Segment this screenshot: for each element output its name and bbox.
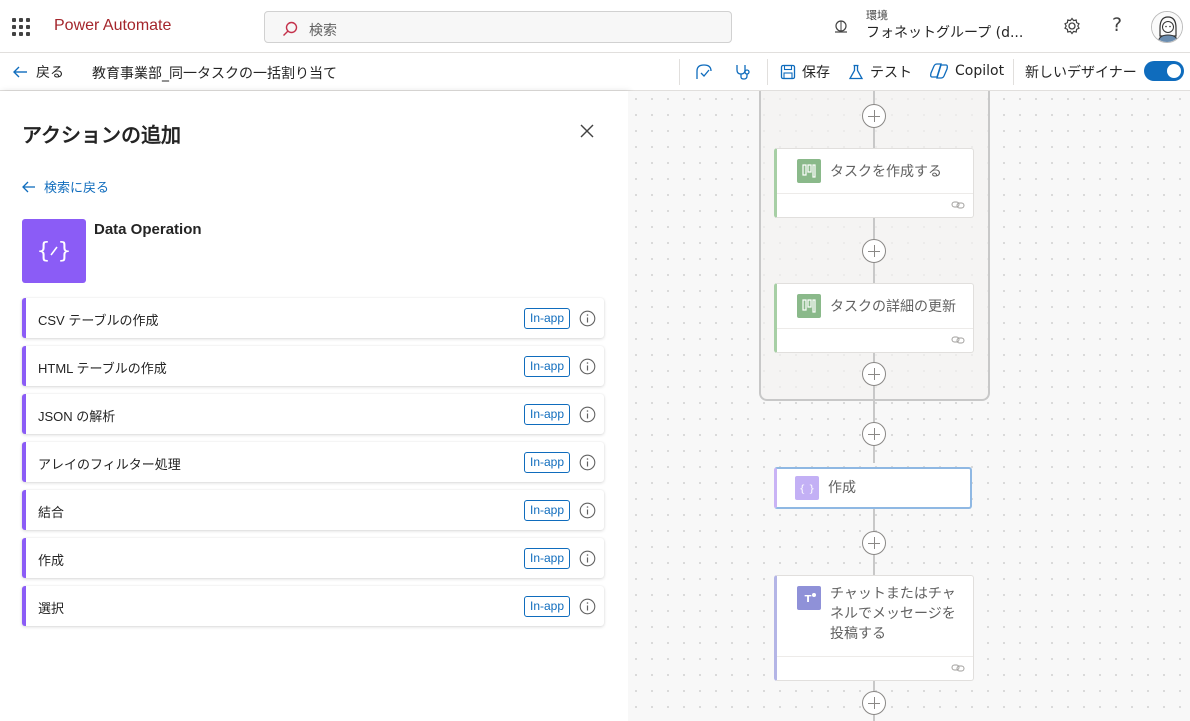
action-filter-array[interactable]: アレイのフィルター処理 In-app: [22, 442, 604, 482]
action-select[interactable]: 選択 In-app: [22, 586, 604, 626]
arrow-left-icon: [22, 181, 35, 192]
add-step-button[interactable]: [862, 104, 886, 128]
copilot-label: Copilot: [955, 63, 1005, 79]
avatar[interactable]: [1151, 11, 1183, 43]
help-icon[interactable]: ?: [1112, 14, 1122, 36]
new-designer-label: 新しいデザイナー: [1025, 65, 1137, 81]
card-divider: [777, 328, 973, 329]
info-icon[interactable]: [579, 406, 596, 423]
flow-card-create-task[interactable]: タスクを作成する: [774, 148, 974, 218]
back-to-search-link[interactable]: 検索に戻る: [22, 177, 109, 196]
back-to-search-label: 検索に戻る: [44, 181, 110, 196]
link-icon: [951, 336, 965, 344]
info-icon[interactable]: [579, 454, 596, 471]
action-label: HTML テーブルの作成: [38, 361, 167, 376]
data-operation-icon: { }: [795, 476, 819, 500]
action-parse-json[interactable]: JSON の解析 In-app: [22, 394, 604, 434]
save-label: 保存: [802, 65, 830, 81]
close-icon[interactable]: [578, 122, 596, 140]
card-title: タスクの詳細の更新: [830, 299, 956, 315]
card-title: タスクを作成する: [830, 164, 942, 180]
environment-icon: [835, 20, 847, 33]
command-bar: 戻る 教育事業部_同一タスクの一括割り当て 保存 テスト Copilot 新しい…: [0, 53, 1190, 91]
action-label: 選択: [38, 601, 65, 616]
search-box[interactable]: 検索: [264, 11, 732, 43]
action-csv-table[interactable]: CSV テーブルの作成 In-app: [22, 298, 604, 338]
action-label: JSON の解析: [38, 409, 116, 424]
copilot-button[interactable]: Copilot: [929, 62, 1004, 80]
info-icon[interactable]: [579, 598, 596, 615]
flow-checker-icon[interactable]: [694, 62, 714, 82]
in-app-badge: In-app: [524, 356, 571, 377]
in-app-badge: In-app: [524, 452, 571, 473]
in-app-badge: In-app: [524, 308, 571, 329]
add-step-button[interactable]: [862, 362, 886, 386]
stethoscope-icon[interactable]: [733, 62, 753, 82]
test-label: テスト: [870, 65, 912, 81]
action-label: 結合: [38, 505, 65, 520]
action-html-table[interactable]: HTML テーブルの作成 In-app: [22, 346, 604, 386]
app-name[interactable]: Power Automate: [54, 17, 171, 35]
beaker-icon: [848, 64, 864, 80]
card-divider: [777, 656, 973, 657]
card-title-line: 投稿する: [830, 626, 886, 642]
in-app-badge: In-app: [524, 548, 571, 569]
top-header: Power Automate 検索 環境 フォネットグループ (d... ?: [0, 0, 1190, 53]
card-title-line: チャットまたはチャ: [830, 586, 956, 602]
environment-label: 環境: [866, 9, 888, 22]
connector-name: Data Operation: [94, 221, 202, 238]
info-icon[interactable]: [579, 550, 596, 567]
svg-text:T: T: [805, 594, 812, 605]
add-step-button[interactable]: [862, 422, 886, 446]
panel-title: アクションの追加: [22, 123, 181, 147]
card-title: チャットまたはチャ ネルでメッセージを 投稿する: [830, 584, 956, 644]
app-launcher-icon[interactable]: [12, 18, 30, 36]
add-step-button[interactable]: [862, 691, 886, 715]
card-divider: [777, 193, 973, 194]
back-button[interactable]: 戻る: [12, 62, 64, 82]
copilot-icon: [930, 63, 948, 79]
search-icon: [283, 21, 298, 36]
in-app-badge: In-app: [524, 500, 571, 521]
card-title: 作成: [828, 480, 856, 496]
in-app-badge: In-app: [524, 404, 571, 425]
info-icon[interactable]: [579, 310, 596, 327]
search-placeholder: 検索: [309, 23, 337, 39]
flow-title[interactable]: 教育事業部_同一タスクの一括割り当て: [92, 63, 337, 83]
link-icon: [951, 664, 965, 672]
svg-text:{ }: { }: [799, 484, 815, 495]
divider: [679, 59, 680, 85]
back-label: 戻る: [36, 65, 64, 81]
in-app-badge: In-app: [524, 596, 571, 617]
planner-icon: [797, 294, 821, 318]
divider: [1013, 59, 1014, 85]
action-label: 作成: [38, 553, 65, 568]
flow-canvas[interactable]: タスクを作成する タスクの詳細の更新 { } 作成 T チャットまたはチャ ネル…: [628, 91, 1190, 721]
flow-card-post-message[interactable]: T チャットまたはチャ ネルでメッセージを 投稿する: [774, 575, 974, 681]
action-compose[interactable]: 作成 In-app: [22, 538, 604, 578]
data-operation-connector-icon: { }: [22, 219, 86, 283]
action-label: CSV テーブルの作成: [38, 313, 159, 328]
action-join[interactable]: 結合 In-app: [22, 490, 604, 530]
environment-picker[interactable]: フォネットグループ (d...: [866, 22, 1023, 42]
add-step-button[interactable]: [862, 531, 886, 555]
add-step-button[interactable]: [862, 239, 886, 263]
arrow-left-icon: [13, 66, 27, 78]
new-designer-toggle[interactable]: [1144, 61, 1184, 81]
add-action-panel: アクションの追加 検索に戻る { } Data Operation CSV テー…: [0, 91, 628, 721]
gear-icon[interactable]: [1062, 16, 1082, 36]
flow-card-compose[interactable]: { } 作成: [774, 467, 972, 509]
info-icon[interactable]: [579, 502, 596, 519]
teams-icon: T: [797, 586, 821, 610]
planner-icon: [797, 159, 821, 183]
action-label: アレイのフィルター処理: [38, 457, 181, 472]
info-icon[interactable]: [579, 358, 596, 375]
save-button[interactable]: 保存: [780, 62, 830, 82]
card-title-line: ネルでメッセージを: [830, 606, 956, 622]
divider: [767, 59, 768, 85]
flow-card-update-task-details[interactable]: タスクの詳細の更新: [774, 283, 974, 353]
link-icon: [951, 201, 965, 209]
test-button[interactable]: テスト: [848, 62, 912, 82]
save-icon: [780, 64, 796, 80]
